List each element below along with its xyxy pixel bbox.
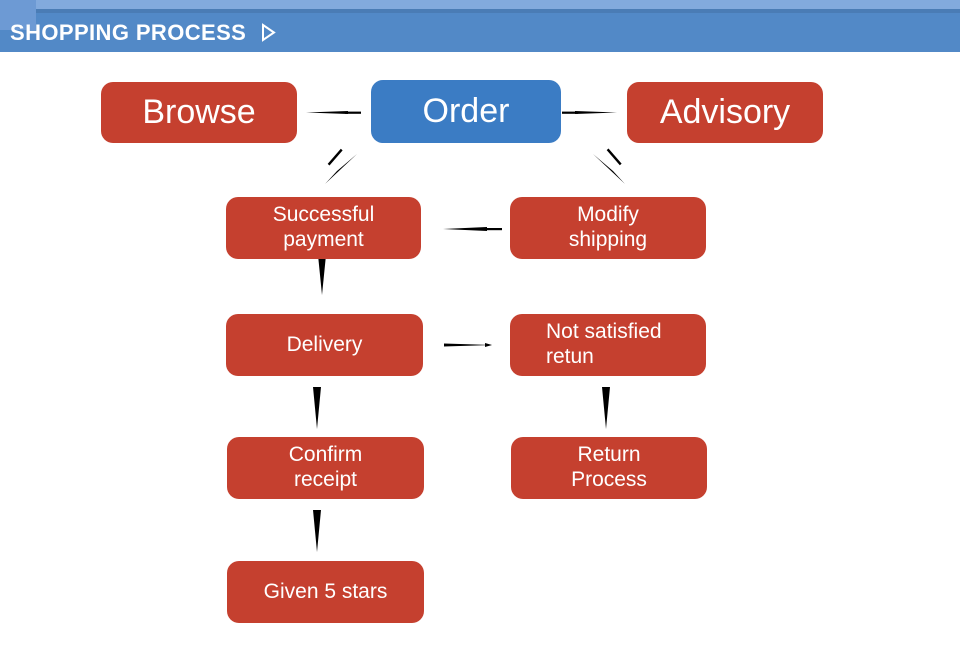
node-modify-shipping-label: Modify shipping (568, 203, 648, 251)
arrow-successful-to-delivery (318, 255, 326, 295)
node-return-process-label: Return Process (571, 443, 647, 491)
arrow-order-to-advisory (562, 111, 617, 114)
node-return-process[interactable]: Return Process (511, 437, 707, 499)
play-triangle-icon (260, 23, 277, 42)
node-not-satisfied-retun-label: Not satisfied retun (546, 320, 662, 368)
arrow-delivery-to-notsatisfied (444, 343, 492, 347)
arrow-order-to-modify (593, 148, 625, 184)
node-successful-payment[interactable]: Successful payment (226, 197, 421, 259)
node-delivery[interactable]: Delivery (226, 314, 423, 376)
node-order[interactable]: Order (371, 80, 561, 143)
header-bar: SHOPPING PROCESS (0, 0, 960, 52)
node-given-5-stars[interactable]: Given 5 stars (227, 561, 424, 623)
arrow-order-to-successful (325, 148, 357, 184)
flowchart-canvas: Browse Order Advisory Successful payment … (0, 52, 960, 654)
node-modify-shipping[interactable]: Modify shipping (510, 197, 706, 259)
arrow-modify-to-successful (443, 227, 502, 231)
node-delivery-label: Delivery (286, 332, 363, 356)
node-browse[interactable]: Browse (101, 82, 297, 143)
node-confirm-receipt[interactable]: Confirm receipt (227, 437, 424, 499)
node-given-5-stars-label: Given 5 stars (263, 579, 388, 603)
arrow-order-to-browse (306, 111, 361, 114)
node-successful-payment-label: Successful payment (272, 203, 375, 251)
arrow-confirm-to-stars (313, 510, 321, 552)
arrow-notsatisfied-to-returnprocess (602, 387, 610, 429)
node-advisory-label: Advisory (659, 93, 791, 132)
header-title-row: SHOPPING PROCESS (0, 13, 960, 52)
header-top-strip (0, 0, 960, 9)
node-advisory[interactable]: Advisory (627, 82, 823, 143)
node-order-label: Order (422, 92, 510, 131)
arrow-delivery-to-confirm (313, 387, 321, 429)
page-title: SHOPPING PROCESS (10, 19, 247, 45)
node-browse-label: Browse (142, 93, 256, 132)
node-confirm-receipt-label: Confirm receipt (288, 443, 363, 491)
node-not-satisfied-retun[interactable]: Not satisfied retun (510, 314, 706, 376)
